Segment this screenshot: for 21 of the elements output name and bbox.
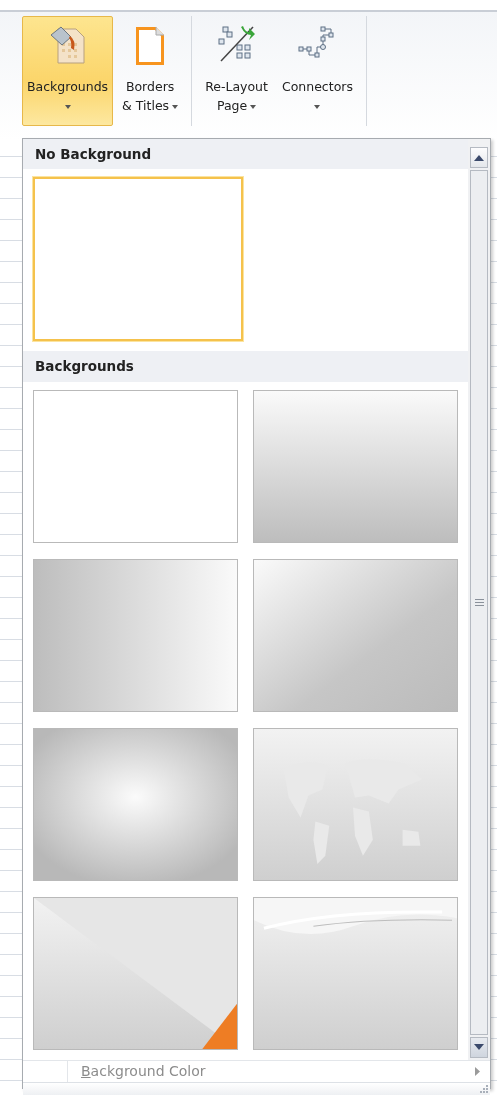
scroll-up-button[interactable] — [470, 147, 488, 168]
ribbon-button[interactable]: Backgrounds — [22, 16, 114, 126]
up-arrow-icon — [474, 154, 484, 161]
background-thumbnail[interactable] — [33, 389, 238, 543]
ribbon-button[interactable]: Borders & Titles — [117, 16, 184, 126]
section-header: No Background — [23, 139, 468, 170]
background-thumbnail[interactable] — [33, 896, 238, 1050]
ribbon-button[interactable]: Connectors — [276, 16, 358, 126]
down-arrow-icon — [474, 1044, 484, 1050]
background-thumbnail[interactable] — [253, 727, 458, 881]
resize-grip-icon[interactable] — [480, 1084, 488, 1093]
section-header: Backgrounds — [23, 351, 468, 382]
background-thumbnail[interactable] — [33, 727, 238, 881]
background-thumbnail[interactable] — [253, 896, 458, 1050]
background-thumbnail[interactable] — [33, 558, 238, 712]
scroll-down-button[interactable] — [470, 1036, 488, 1058]
background-thumbnail[interactable] — [253, 389, 458, 543]
background-thumbnail[interactable] — [33, 177, 243, 342]
background-thumbnail[interactable] — [253, 558, 458, 712]
scroll-thumb[interactable] — [470, 170, 488, 1035]
ribbon-button[interactable]: Re-Layout Page — [200, 16, 273, 126]
